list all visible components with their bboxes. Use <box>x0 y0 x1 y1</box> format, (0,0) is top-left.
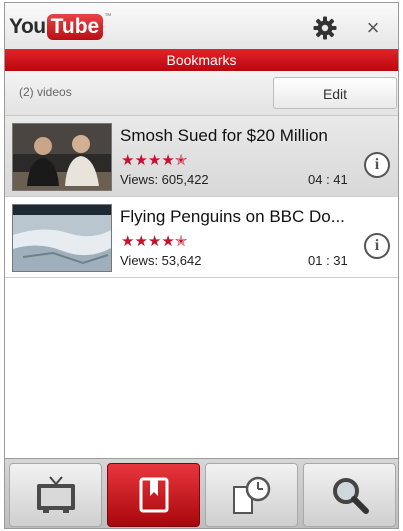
video-thumbnail <box>12 123 112 191</box>
video-count: (2) videos <box>19 85 72 99</box>
video-thumbnail <box>12 204 112 272</box>
edit-button[interactable]: Edit <box>273 77 397 109</box>
logo-you-text: You <box>9 15 46 38</box>
tab-tv[interactable] <box>9 463 102 527</box>
list-header: (2) videos Edit <box>5 71 398 116</box>
youtube-logo: You Tube ™ <box>9 13 111 41</box>
video-title: Smosh Sued for $20 Million <box>120 126 328 145</box>
settings-button[interactable] <box>312 15 338 41</box>
tv-icon <box>36 476 75 513</box>
top-bar: You Tube ™ × <box>5 3 398 49</box>
search-icon <box>332 478 369 514</box>
video-duration: 01 : 31 <box>308 253 348 268</box>
page-title-bar: Bookmarks <box>5 49 398 71</box>
video-title: Flying Penguins on BBC Do... <box>120 207 345 226</box>
rating-stars: ★★★★✭ <box>121 152 188 169</box>
bottom-tab-bar <box>5 458 398 528</box>
logo-tube-text: Tube <box>46 14 104 40</box>
rating-stars: ★★★★✭ <box>121 233 188 250</box>
app-window: You Tube ™ × Bookmarks (2) videos Edit S… <box>4 2 399 529</box>
info-icon[interactable]: i <box>364 152 390 178</box>
tab-search[interactable] <box>303 463 396 527</box>
logo-tm-mark: ™ <box>104 13 112 20</box>
page-title: Bookmarks <box>166 52 237 68</box>
close-icon: × <box>366 15 380 40</box>
bookmark-icon <box>139 477 168 513</box>
view-count: Views: 53,642 <box>120 253 202 268</box>
video-duration: 04 : 41 <box>308 172 348 187</box>
video-list: Smosh Sued for $20 Million ★★★★✭ Views: … <box>5 116 398 278</box>
info-icon[interactable]: i <box>364 233 390 259</box>
tab-bookmarks[interactable] <box>107 463 200 527</box>
history-icon <box>232 476 270 514</box>
list-item[interactable]: Smosh Sued for $20 Million ★★★★✭ Views: … <box>5 116 398 197</box>
tab-history[interactable] <box>205 463 298 527</box>
list-item[interactable]: Flying Penguins on BBC Do... ★★★★✭ Views… <box>5 197 398 278</box>
close-button[interactable]: × <box>361 15 385 41</box>
gear-icon <box>313 16 337 40</box>
view-count: Views: 605,422 <box>120 172 209 187</box>
